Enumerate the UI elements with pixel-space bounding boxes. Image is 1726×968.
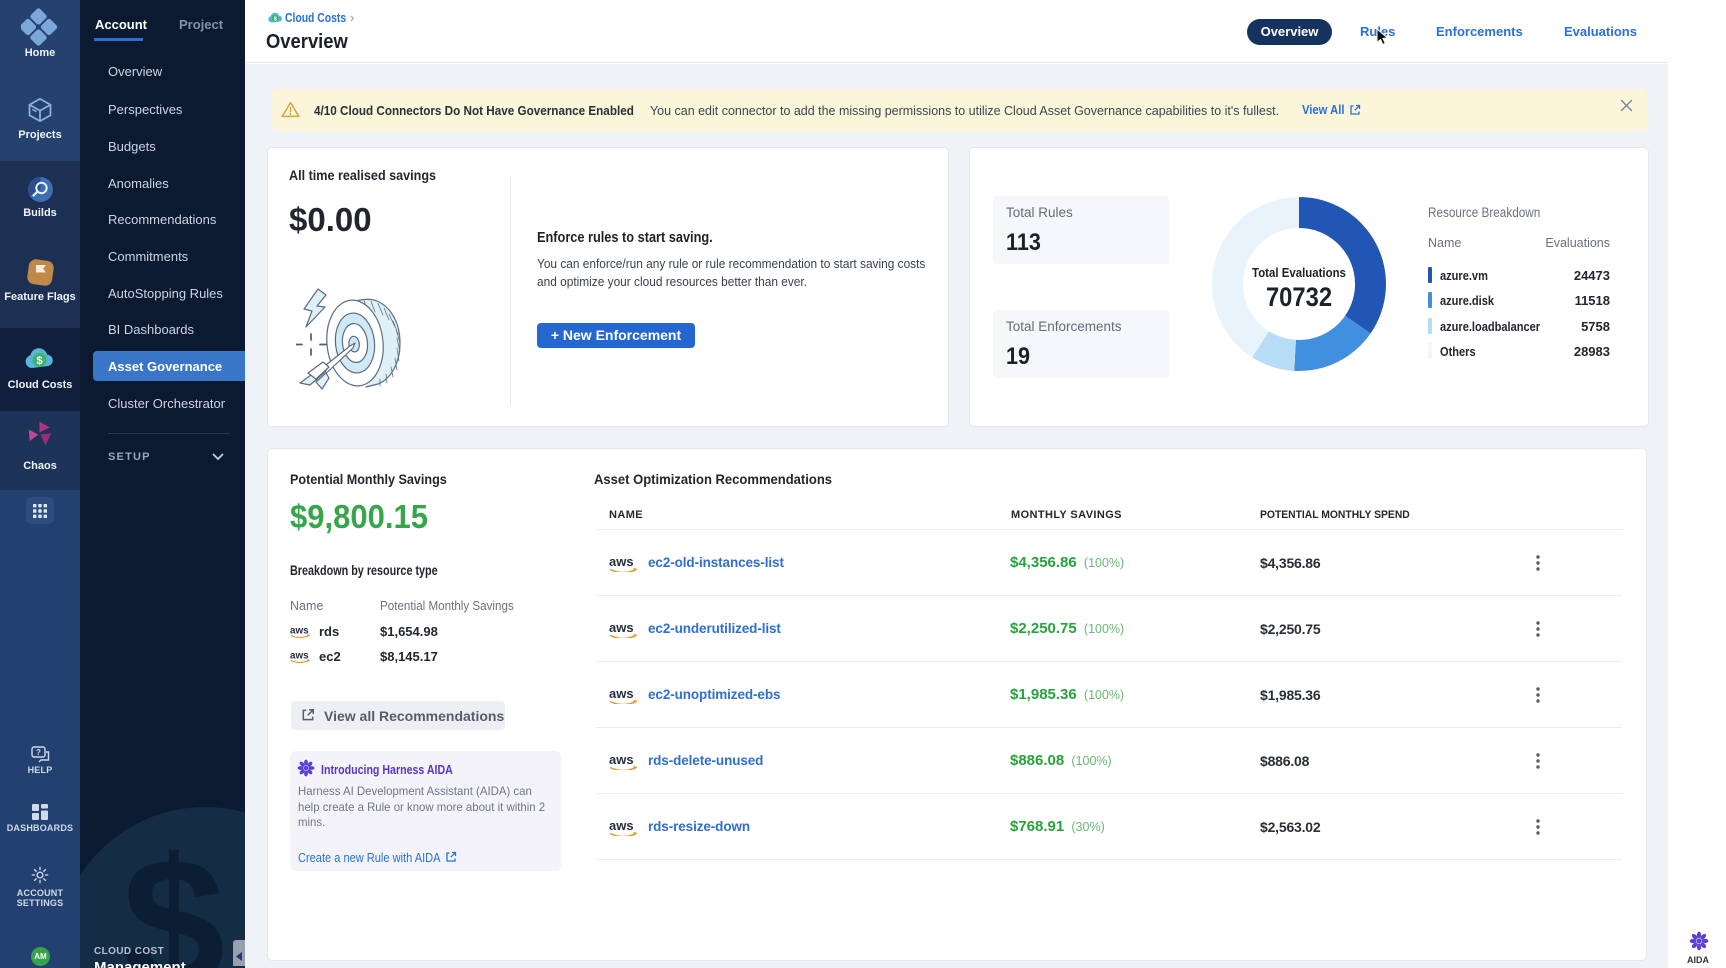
svg-text:aws: aws bbox=[290, 650, 309, 661]
svg-text:aws: aws bbox=[290, 625, 309, 636]
svg-text:$: $ bbox=[36, 355, 42, 367]
svg-text:$: $ bbox=[274, 17, 277, 23]
svg-text:?: ? bbox=[36, 748, 41, 757]
